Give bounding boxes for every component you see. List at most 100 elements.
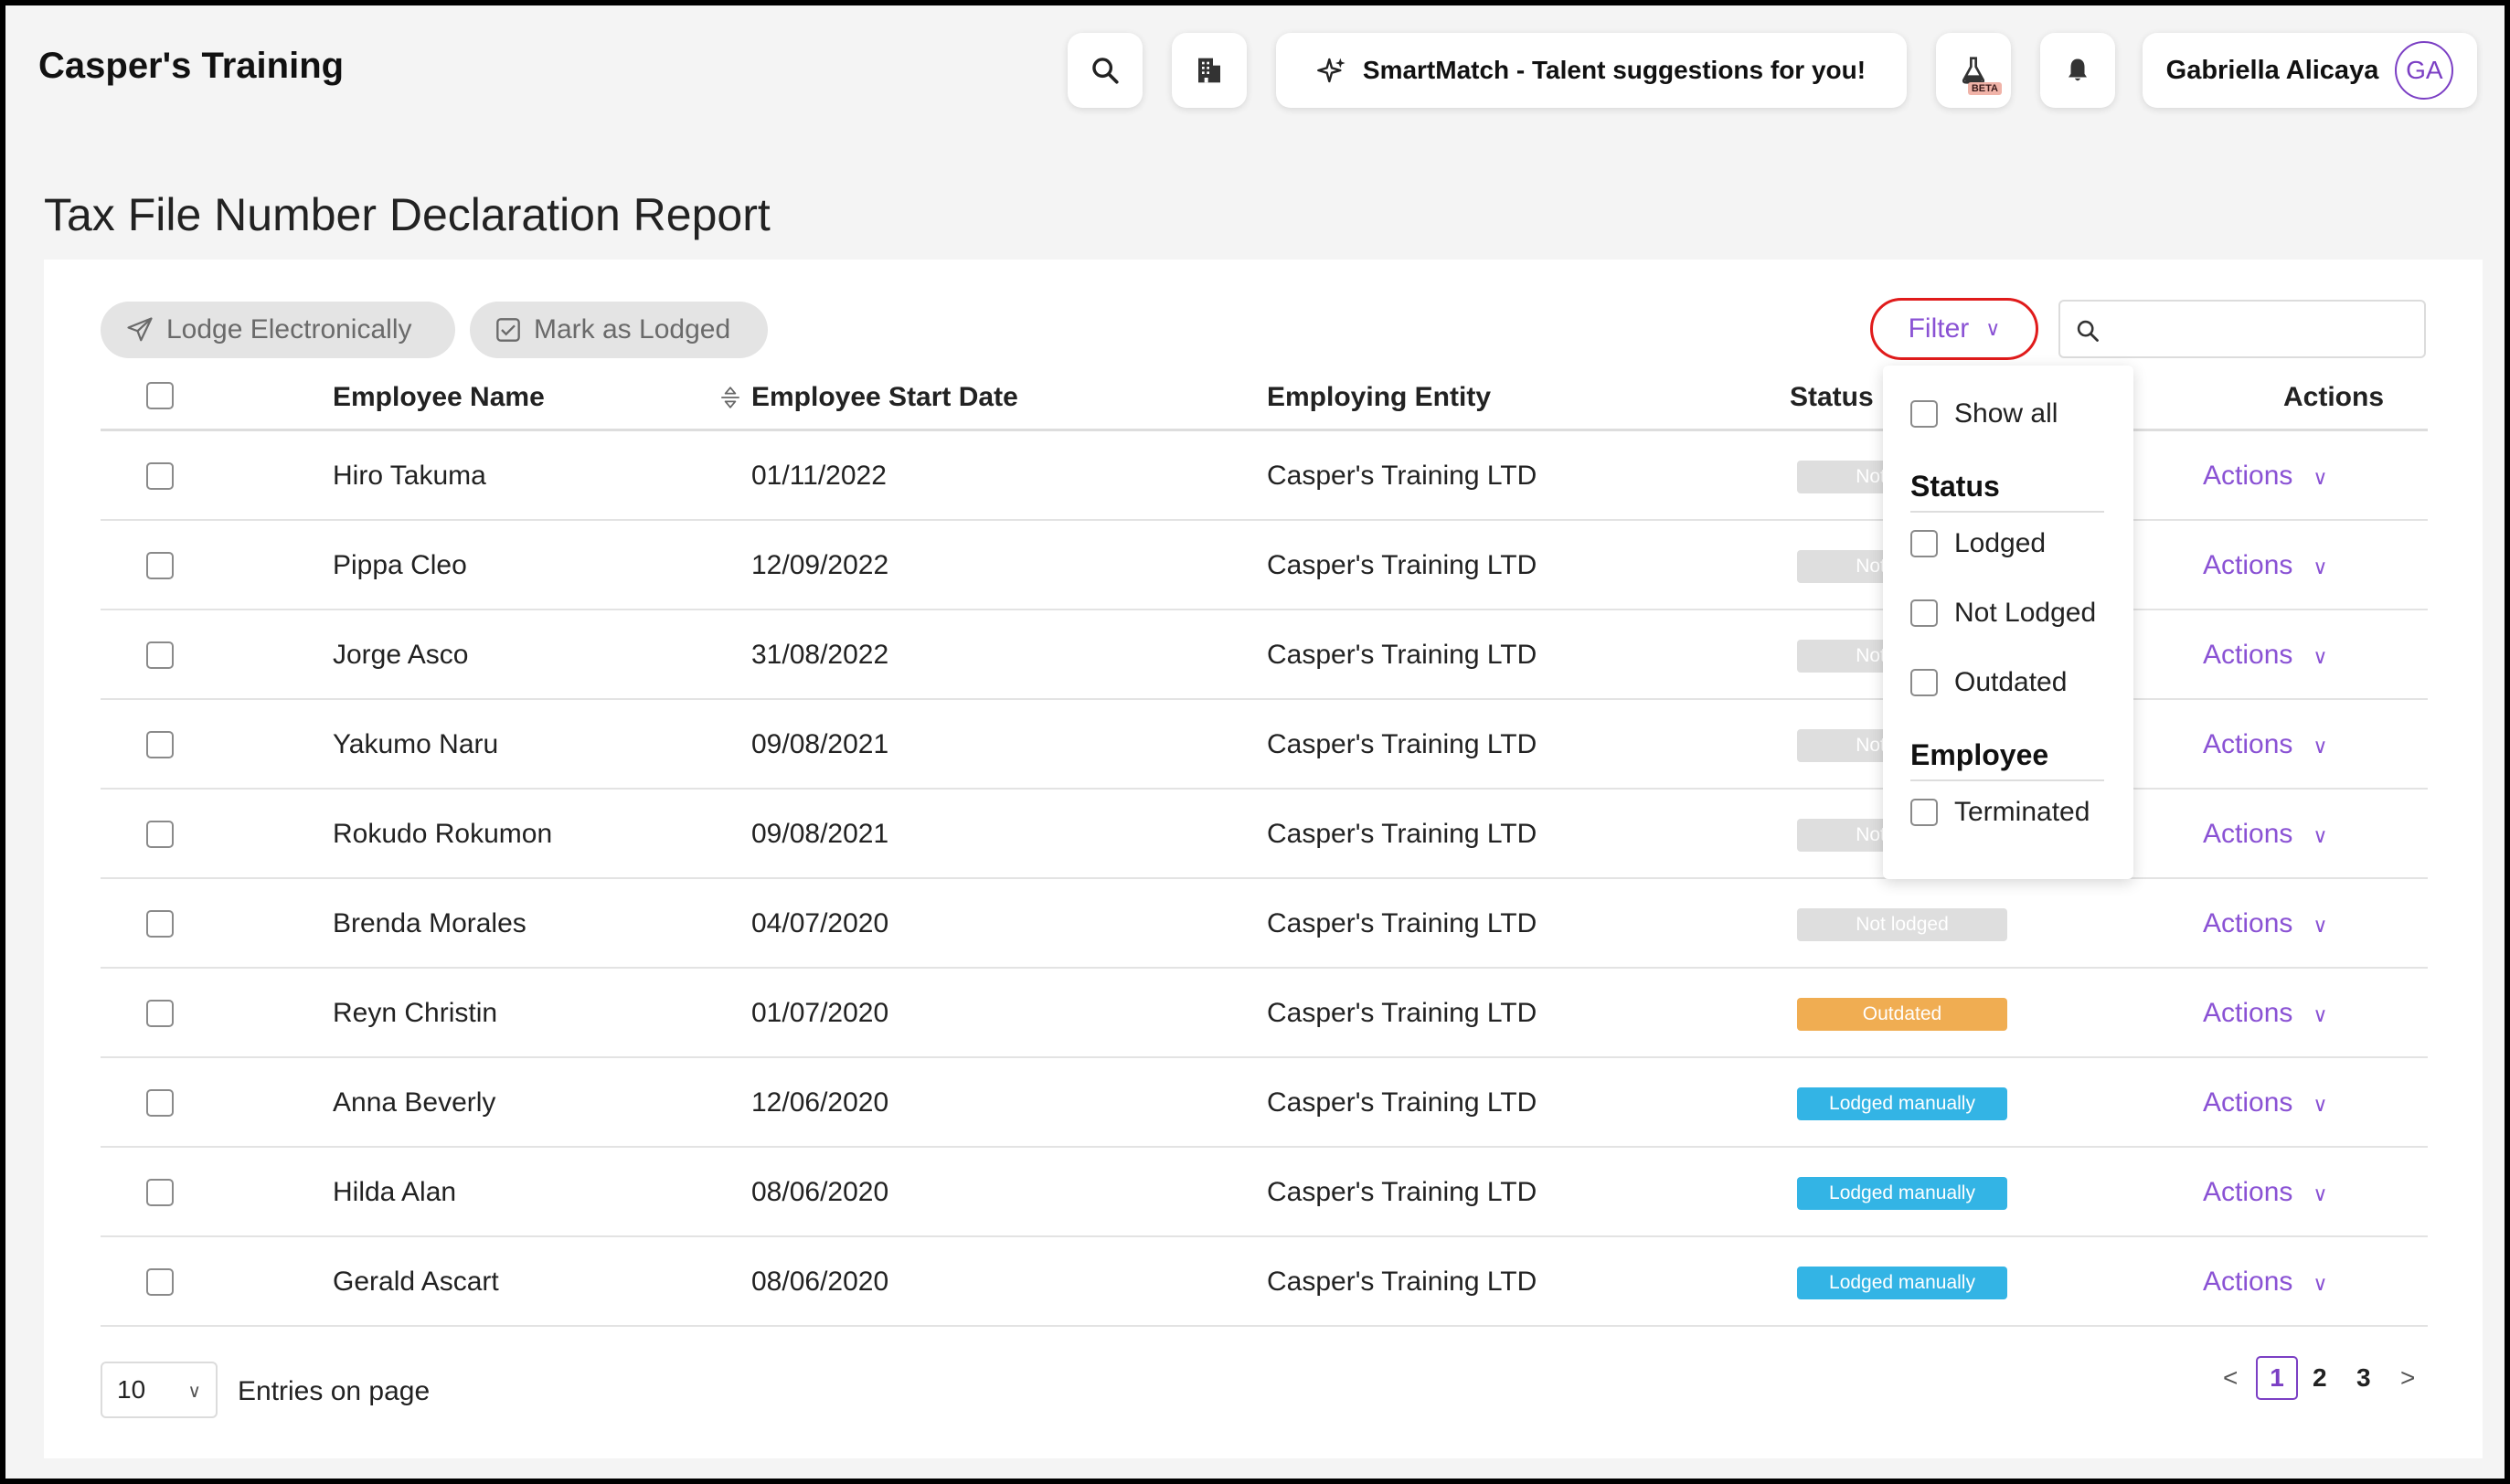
select-all-checkbox[interactable] (146, 382, 174, 409)
row-checkbox[interactable] (146, 731, 174, 758)
filter-dropdown: Show all Status Lodged Not Lodged Outdat… (1883, 366, 2133, 879)
chevron-down-icon: ∨ (187, 1382, 201, 1402)
pagination-prev[interactable]: < (2223, 1363, 2238, 1393)
row-actions-dropdown[interactable]: Actions ∨ (2203, 729, 2328, 760)
table-row: Brenda Morales 04/07/2020 Casper's Trainin… (101, 879, 2428, 969)
mark-as-lodged-label: Mark as Lodged (534, 314, 731, 344)
entries-per-page-select[interactable]: 10 ∨ (101, 1362, 218, 1418)
row-checkbox[interactable] (146, 462, 174, 490)
pagination-next[interactable]: > (2400, 1363, 2415, 1393)
company-button[interactable] (1172, 33, 1247, 108)
column-header-name[interactable]: Employee Name (333, 382, 545, 413)
employing-entity: Casper's Training LTD (1267, 1087, 1537, 1118)
employee-start-date: 31/08/2022 (751, 640, 889, 670)
search-icon (1092, 58, 1119, 84)
row-actions-dropdown[interactable]: Actions ∨ (2203, 461, 2328, 492)
filter-button[interactable]: Filter ∨ (1870, 298, 2038, 360)
employee-start-date: 08/06/2020 (751, 1267, 889, 1297)
labs-button[interactable]: BETA (1936, 33, 2011, 108)
chevron-down-icon: ∨ (2313, 1272, 2328, 1295)
chevron-down-icon: ∨ (2313, 1003, 2328, 1026)
table-row: Hilda Alan 08/06/2020 Casper's Training LT… (101, 1148, 2428, 1237)
filter-checkbox[interactable] (1910, 530, 1938, 557)
filter-checkbox[interactable] (1910, 799, 1938, 826)
row-actions-dropdown[interactable]: Actions ∨ (2203, 998, 2328, 1029)
row-actions-dropdown[interactable]: Actions ∨ (2203, 1267, 2328, 1298)
lodge-electronically-button[interactable]: Lodge Electronically (101, 302, 455, 358)
filter-option-terminated[interactable]: Terminated (1910, 797, 2090, 828)
pagination-page-3[interactable]: 3 (2356, 1363, 2371, 1393)
row-checkbox[interactable] (146, 910, 174, 938)
smartmatch-label: SmartMatch - Talent suggestions for you! (1362, 56, 1867, 84)
row-actions-dropdown[interactable]: Actions ∨ (2203, 640, 2328, 671)
employing-entity: Casper's Training LTD (1267, 908, 1537, 938)
employing-entity: Casper's Training LTD (1267, 1177, 1537, 1207)
row-actions-dropdown[interactable]: Actions ∨ (2203, 550, 2328, 581)
row-actions-label: Actions (2203, 640, 2293, 670)
employee-name: Brenda Morales (333, 908, 526, 938)
notifications-button[interactable] (2040, 33, 2115, 108)
employee-name: Reyn Christin (333, 998, 498, 1028)
employee-start-date: 04/07/2020 (751, 908, 889, 938)
employing-entity: Casper's Training LTD (1267, 819, 1537, 849)
column-header-start-date[interactable]: Employee Start Date (751, 382, 1018, 413)
column-header-status[interactable]: Status (1790, 382, 1874, 413)
chevron-down-icon: ∨ (2313, 824, 2328, 847)
column-header-entity[interactable]: Employing Entity (1267, 382, 1491, 413)
filter-option-label: Outdated (1954, 667, 2068, 697)
filter-option-label: Show all (1954, 398, 2058, 429)
lodge-electronically-label: Lodge Electronically (166, 314, 412, 344)
row-actions-dropdown[interactable]: Actions ∨ (2203, 1087, 2328, 1118)
row-checkbox[interactable] (146, 552, 174, 579)
row-actions-dropdown[interactable]: Actions ∨ (2203, 819, 2328, 850)
row-actions-dropdown[interactable]: Actions ∨ (2203, 908, 2328, 939)
employee-start-date: 12/06/2020 (751, 1087, 889, 1118)
filter-option-show-all[interactable]: Show all (1910, 398, 2058, 429)
filter-option-outdated[interactable]: Outdated (1910, 667, 2067, 698)
chevron-down-icon: ∨ (2313, 466, 2328, 489)
app-window: Casper's Training SmartMatch - Talent su… (5, 5, 2505, 1479)
table-row: Reyn Christin 01/07/2020 Casper's Training… (101, 969, 2428, 1058)
chevron-down-icon: ∨ (2313, 645, 2328, 668)
chevron-down-icon: ∨ (2313, 1182, 2328, 1205)
search-icon (2077, 320, 2099, 342)
status-badge: Outdated (1797, 998, 2007, 1031)
search-field[interactable] (2058, 300, 2426, 358)
user-menu-button[interactable]: Gabriella Alicaya GA (2143, 33, 2477, 108)
row-checkbox[interactable] (146, 1089, 174, 1117)
row-checkbox[interactable] (146, 1000, 174, 1027)
row-actions-label: Actions (2203, 729, 2293, 759)
filter-checkbox[interactable] (1910, 599, 1938, 627)
employing-entity: Casper's Training LTD (1267, 998, 1537, 1028)
chevron-down-icon: ∨ (2313, 1093, 2328, 1116)
status-badge: Lodged manually (1797, 1177, 2007, 1210)
smartmatch-button[interactable]: SmartMatch - Talent suggestions for you! (1276, 33, 1907, 108)
filter-option-lodged[interactable]: Lodged (1910, 528, 2046, 559)
filter-option-not-lodged[interactable]: Not Lodged (1910, 598, 2096, 629)
filter-option-label: Terminated (1954, 797, 2090, 827)
employee-start-date: 01/07/2020 (751, 998, 889, 1028)
entries-per-page-value: 10 (117, 1375, 146, 1404)
search-button[interactable] (1068, 33, 1143, 108)
employee-name: Hilda Alan (333, 1177, 457, 1207)
row-checkbox[interactable] (146, 1179, 174, 1206)
filter-option-label: Not Lodged (1954, 598, 2097, 628)
row-actions-dropdown[interactable]: Actions ∨ (2203, 1177, 2328, 1208)
mark-as-lodged-button[interactable]: Mark as Lodged (470, 302, 768, 358)
pagination-page-2[interactable]: 2 (2313, 1363, 2327, 1393)
row-checkbox[interactable] (146, 821, 174, 848)
filter-label: Filter (1908, 313, 1970, 344)
row-actions-label: Actions (2203, 1177, 2293, 1207)
chevron-down-icon: ∨ (1985, 317, 2001, 340)
filter-checkbox[interactable] (1910, 669, 1938, 696)
filter-checkbox[interactable] (1910, 400, 1938, 428)
status-badge: Lodged manually (1797, 1087, 2007, 1120)
chevron-down-icon: ∨ (2313, 735, 2328, 758)
row-checkbox[interactable] (146, 1268, 174, 1296)
pagination-page-1[interactable]: 1 (2256, 1356, 2298, 1400)
row-checkbox[interactable] (146, 641, 174, 669)
employing-entity: Casper's Training LTD (1267, 550, 1537, 580)
search-input[interactable] (2111, 309, 2413, 349)
row-actions-label: Actions (2203, 1087, 2293, 1118)
sort-icon[interactable] (718, 384, 742, 411)
